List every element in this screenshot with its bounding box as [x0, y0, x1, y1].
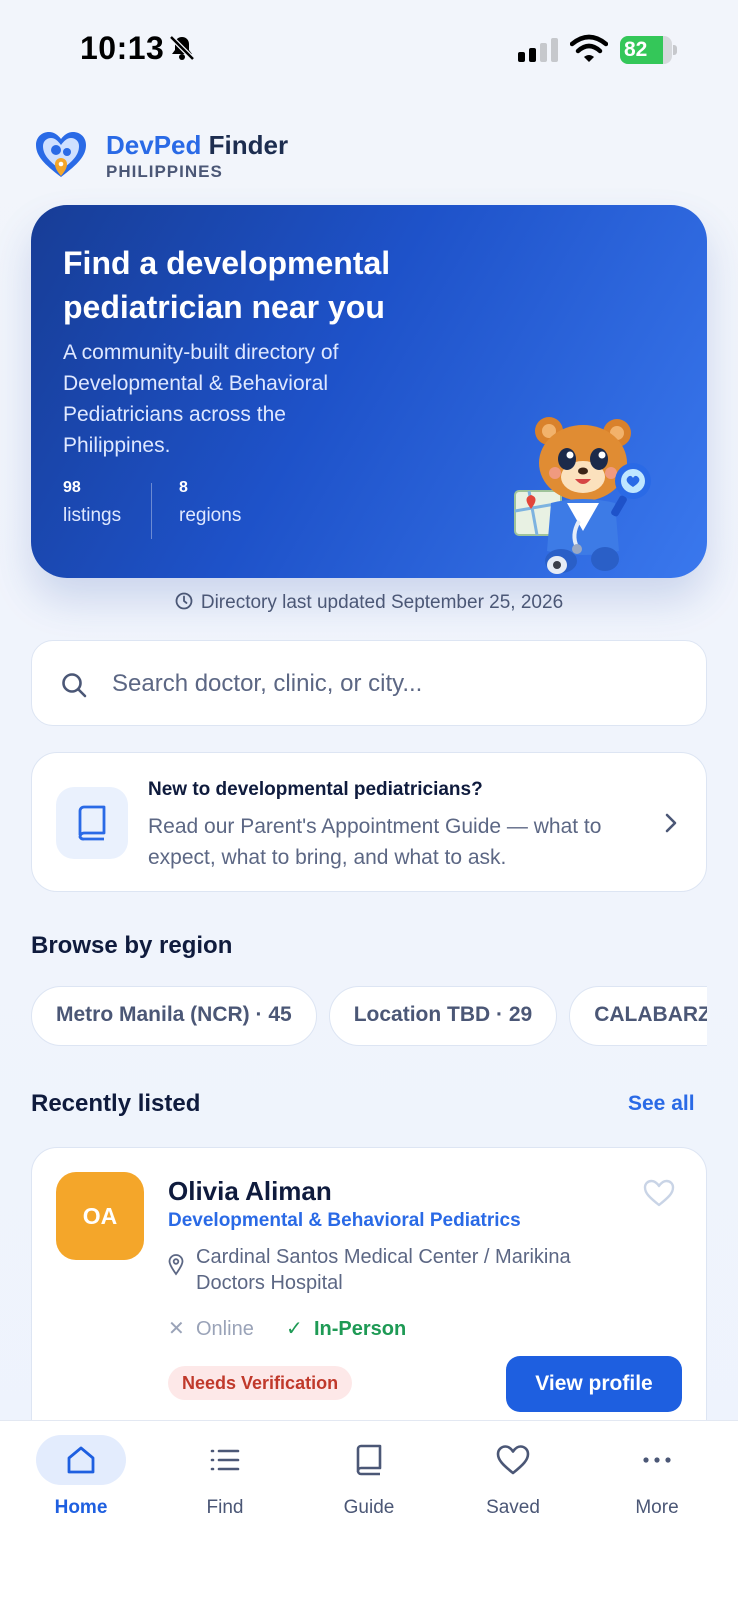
- nav-item-more[interactable]: More: [597, 1435, 717, 1519]
- doctor-specialty: Developmental & Behavioral Pediatrics: [168, 1210, 521, 1231]
- book-icon: [356, 1444, 382, 1476]
- more-icon: [643, 1457, 671, 1463]
- wifi-icon: [570, 34, 608, 62]
- app-name: DevPed Finder: [106, 130, 289, 160]
- search-bar[interactable]: [31, 640, 707, 726]
- guide-title: New to developmental pediatricians?: [148, 779, 483, 800]
- nav-item-home[interactable]: Home: [21, 1435, 141, 1519]
- directory-updated-note: Directory last updated September 25, 202…: [0, 592, 738, 614]
- heart-logo-icon: [36, 132, 86, 177]
- x-icon: ✕: [168, 1318, 185, 1340]
- bell-muted-icon: [169, 35, 195, 61]
- guide-description: Read our Parent's Appointment Guide — wh…: [148, 815, 602, 869]
- see-all-link[interactable]: See all: [628, 1092, 695, 1116]
- recently-listed-heading: Recently listed: [31, 1090, 201, 1117]
- stat-listings: 98 listings: [63, 479, 122, 526]
- view-profile-button[interactable]: View profile: [506, 1356, 682, 1412]
- brand-header: DevPed Finder PHILIPPINES: [32, 128, 332, 184]
- chevron-right-icon: [665, 813, 677, 833]
- home-icon: [67, 1446, 95, 1474]
- heart-icon: [496, 1445, 530, 1475]
- nav-label-find: Find: [206, 1497, 244, 1518]
- book-icon: [78, 805, 106, 841]
- stat-divider: [151, 483, 152, 539]
- nav-item-find[interactable]: Find: [165, 1435, 285, 1519]
- nav-label-home: Home: [54, 1497, 108, 1518]
- status-bar: 10:13 82: [0, 0, 738, 100]
- doctor-listing-card[interactable]: OA Olivia Aliman Developmental & Behavio…: [31, 1147, 707, 1447]
- nav-label-saved: Saved: [486, 1497, 540, 1518]
- app-country: PHILIPPINES: [106, 162, 223, 181]
- status-badge: Needs Verification: [168, 1366, 353, 1400]
- stat-regions: 8 regions: [179, 479, 242, 526]
- region-chip-ncr[interactable]: Metro Manila (NCR) · 45: [31, 986, 317, 1046]
- location-pin-icon: [168, 1254, 184, 1276]
- hero-banner: Find a developmental pediatrician near y…: [31, 205, 707, 578]
- bear-mascot-illustration: [514, 417, 651, 574]
- nav-item-guide[interactable]: Guide: [309, 1435, 429, 1519]
- doctor-avatar: OA: [56, 1172, 144, 1260]
- browse-region-heading: Browse by region: [31, 932, 233, 959]
- updated-text: Directory last updated September 25, 202…: [200, 592, 564, 613]
- battery-percent: 82: [624, 38, 648, 61]
- nav-item-saved[interactable]: Saved: [453, 1435, 573, 1519]
- hero-description: A community-built directory of Developme…: [63, 341, 339, 457]
- inperson-availability: ✓ In-Person: [286, 1318, 407, 1340]
- check-icon: ✓: [286, 1318, 303, 1340]
- region-chip-location-tbd[interactable]: Location TBD · 29: [328, 986, 558, 1046]
- nav-label-more: More: [635, 1497, 679, 1518]
- region-chip-list: Metro Manila (NCR) · 45 Location TBD · 29…: [31, 986, 707, 1048]
- cellular-signal-icon: [518, 38, 558, 62]
- status-time: 10:13: [80, 30, 165, 66]
- online-availability: ✕ Online: [168, 1318, 254, 1340]
- battery-indicator: 82: [620, 36, 677, 64]
- clinic-location: Cardinal Santos Medical Center / Marikin…: [196, 1246, 571, 1294]
- bottom-navigation: Home Find Guide Saved More: [0, 1420, 738, 1600]
- clock-icon: [175, 592, 193, 610]
- hero-title: Find a developmental pediatrician near y…: [63, 245, 391, 325]
- heart-icon[interactable]: [642, 1178, 676, 1208]
- search-icon: [62, 673, 87, 698]
- search-input[interactable]: [112, 659, 672, 709]
- region-chip-calabarzon[interactable]: CALABARZON: [569, 986, 707, 1046]
- doctor-name: Olivia Aliman: [168, 1176, 332, 1206]
- parent-guide-card[interactable]: New to developmental pediatricians? Read…: [31, 752, 707, 892]
- list-icon: [210, 1449, 240, 1471]
- guide-icon-box: [56, 787, 128, 859]
- nav-label-guide: Guide: [343, 1497, 395, 1518]
